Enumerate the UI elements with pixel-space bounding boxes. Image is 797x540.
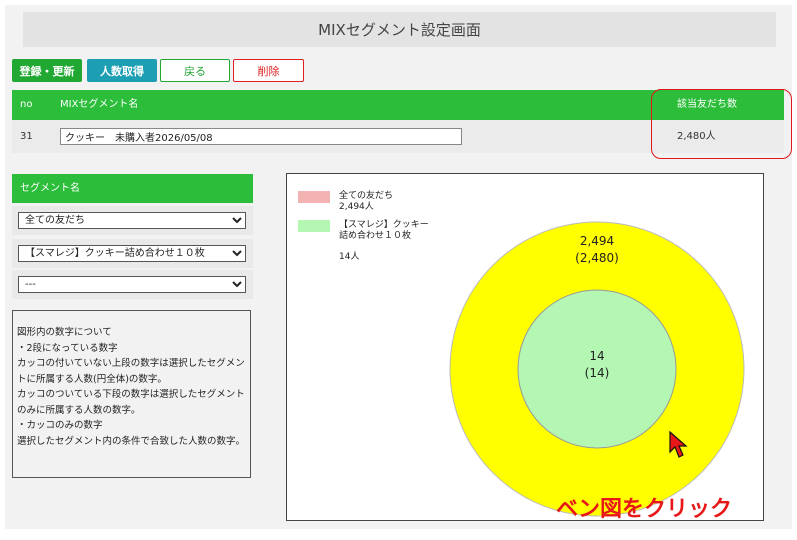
- row-no: 31: [20, 131, 33, 142]
- segment-select-row-1: 全ての友だち: [12, 206, 253, 235]
- column-header-no: no: [20, 99, 33, 110]
- column-header-name: MIXセグメント名: [60, 99, 139, 110]
- info-line: カッコの付いていない上段の数字は選択したセグメントに所属する人数(円全体)の数字…: [17, 358, 245, 385]
- segment-header: セグメント名: [12, 174, 253, 203]
- get-count-button[interactable]: 人数取得: [87, 59, 157, 82]
- inner-exclusive: (14): [585, 366, 610, 380]
- segment-select-2[interactable]: 【スマレジ】クッキー詰め合わせ１０枚: [18, 245, 246, 262]
- delete-button[interactable]: 削除: [233, 59, 304, 82]
- info-line: 選択したセグメント内の条件で合致した人数の数字。: [17, 435, 246, 447]
- venn-diagram-panel[interactable]: 全ての友だち 2,494人 【スマレジ】クッキー詰め合わせ１０枚 14人 2,4…: [286, 173, 764, 521]
- segment-select-row-3: ---: [12, 270, 253, 299]
- back-button[interactable]: 戻る: [160, 59, 230, 82]
- outer-exclusive: (2,480): [575, 251, 619, 265]
- segment-select-row-2: 【スマレジ】クッキー詰め合わせ１０枚: [12, 239, 253, 268]
- mix-segment-name-input[interactable]: [60, 128, 462, 145]
- info-line: カッコのついている下段の数字は選択したセグメントのみに所属する人数の数字。: [17, 389, 245, 416]
- info-line: ・2段になっている数字: [17, 342, 118, 354]
- outer-value: 2,494: [580, 234, 614, 248]
- info-line: 図形内の数字について: [17, 327, 112, 338]
- count-highlight-annotation: [651, 89, 792, 159]
- number-explanation-box: 図形内の数字について ・2段になっている数字 カッコの付いていない上段の数字は選…: [12, 310, 251, 478]
- inner-value: 14: [589, 349, 604, 363]
- click-venn-annotation: ベン図をクリック: [556, 497, 733, 522]
- segment-select-3[interactable]: ---: [18, 276, 246, 293]
- segment-select-1[interactable]: 全ての友だち: [18, 212, 246, 229]
- register-update-button[interactable]: 登録・更新: [12, 59, 82, 82]
- venn-diagram[interactable]: 2,494 (2,480) 14 (14): [287, 174, 763, 520]
- page-title: MIXセグメント設定画面: [23, 12, 776, 47]
- mouse-cursor-icon: [669, 430, 688, 458]
- info-line: ・カッコのみの数字: [17, 420, 103, 431]
